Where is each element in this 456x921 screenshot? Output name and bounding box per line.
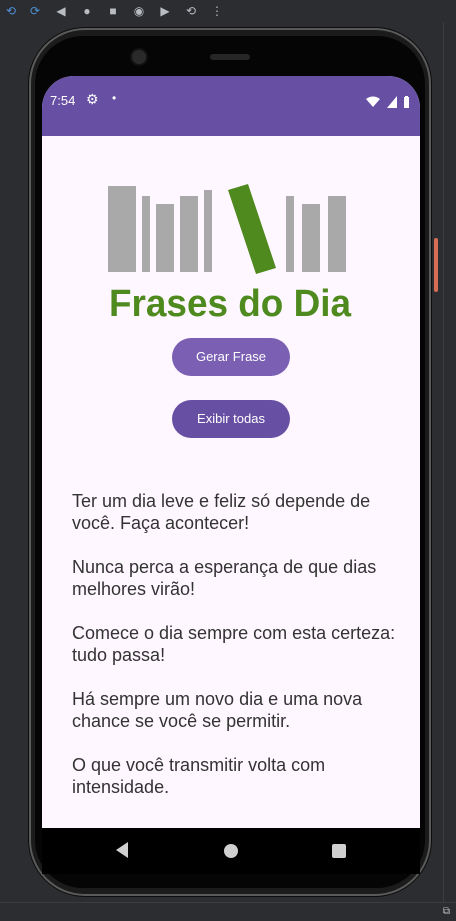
phrase-list[interactable]: Ter um dia leve e feliz só depende de vo…: [72, 490, 402, 798]
wifi-icon: [366, 96, 381, 107]
emulator-bottom-strip: ⧉: [0, 902, 456, 921]
rotate-right-icon[interactable]: ⟳: [28, 4, 42, 18]
more-icon[interactable]: ⋮: [210, 4, 224, 18]
list-item: O que você transmitir volta com intensid…: [72, 755, 326, 797]
gear-icon: ⚙: [86, 91, 99, 107]
resize-handle[interactable]: [434, 238, 438, 292]
status-time: 7:54: [50, 93, 76, 108]
dot-icon: •: [112, 91, 117, 105]
snapshot-icon[interactable]: ⟲: [184, 4, 198, 18]
app-screen: 7:54 ⚙ • Frases do Dia Gerar Frase Exibi…: [42, 76, 420, 828]
nav-home-icon[interactable]: [224, 844, 238, 858]
emulator-right-strip: [443, 22, 456, 902]
list-item: Nunca perca a esperança de que dias melh…: [72, 557, 377, 599]
generate-phrase-button[interactable]: Gerar Frase: [172, 338, 290, 376]
logo-bars: [108, 186, 346, 272]
list-item: Comece o dia sempre com esta certeza: tu…: [72, 623, 396, 665]
list-item: Há sempre um novo dia e uma nova chance …: [72, 689, 363, 731]
front-camera-icon: [132, 50, 146, 64]
earpiece-speaker: [210, 54, 250, 60]
back-icon[interactable]: ◀: [54, 4, 68, 18]
overview-icon[interactable]: ■: [106, 4, 120, 18]
show-all-button[interactable]: Exibir todas: [172, 400, 290, 438]
list-item: Ter um dia leve e feliz só depende de vo…: [72, 491, 371, 533]
nav-back-icon[interactable]: [116, 842, 128, 858]
status-bar: 7:54 ⚙ •: [42, 76, 420, 136]
rotate-left-icon[interactable]: ⟲: [4, 4, 18, 18]
battery-icon: [404, 95, 409, 108]
home-icon[interactable]: ●: [80, 4, 94, 18]
logo-text: Frases do Dia: [109, 283, 352, 322]
record-icon[interactable]: ▶: [158, 4, 172, 18]
layout-icon[interactable]: ⧉: [443, 906, 450, 917]
status-icons: [364, 93, 410, 111]
navigation-bar: [42, 828, 420, 874]
nav-recents-icon[interactable]: [332, 844, 346, 858]
app-logo: Frases do Dia: [108, 184, 352, 322]
emulator-toolbar: ⟲ ⟳ ◀ ● ■ ◉ ▶ ⟲ ⋮: [0, 0, 456, 22]
logo-green-bar: [228, 184, 276, 274]
cellular-icon: [386, 95, 397, 108]
camera-icon[interactable]: ◉: [132, 4, 146, 18]
